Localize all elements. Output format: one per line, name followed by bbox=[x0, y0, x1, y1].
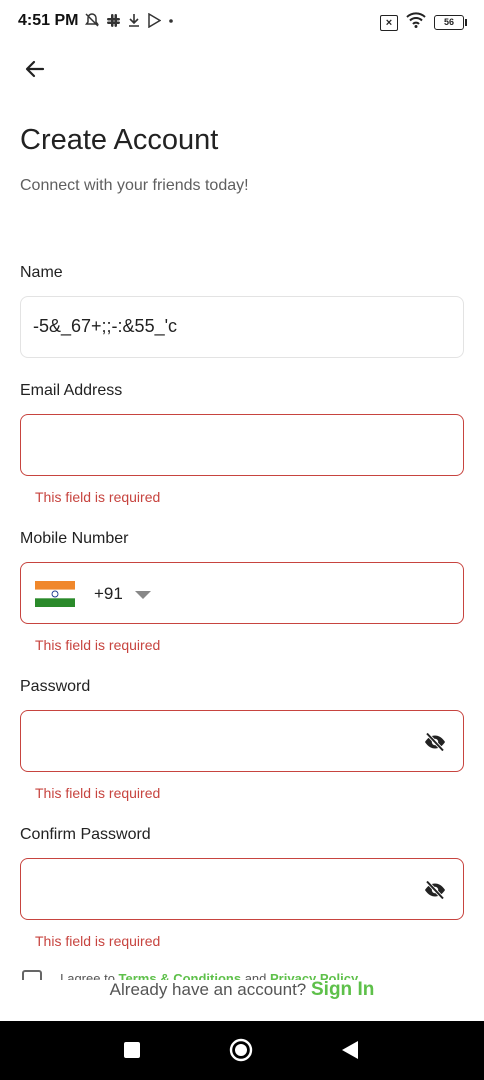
eye-off-icon[interactable] bbox=[423, 730, 447, 754]
do-not-disturb-icon bbox=[84, 12, 100, 33]
back-triangle-icon[interactable] bbox=[341, 1040, 359, 1060]
mobile-label: Mobile Number bbox=[20, 530, 129, 547]
email-field[interactable] bbox=[20, 414, 464, 476]
email-label: Email Address bbox=[20, 382, 123, 399]
x-box-icon: × bbox=[380, 14, 398, 31]
mobile-field[interactable]: +91 bbox=[20, 562, 464, 624]
password-label: Password bbox=[20, 678, 91, 695]
password-field[interactable] bbox=[20, 710, 464, 772]
download-icon bbox=[127, 13, 141, 33]
signin-row: Already have an account? Sign In bbox=[0, 979, 484, 1001]
slack-icon bbox=[106, 13, 121, 33]
status-time: 4:51 PM bbox=[18, 12, 79, 29]
signin-prompt: Already have an account? bbox=[109, 980, 307, 999]
country-code[interactable]: +91 bbox=[94, 584, 123, 604]
confirm-password-error: This field is required bbox=[35, 933, 161, 949]
status-left-icons bbox=[84, 12, 175, 33]
email-error: This field is required bbox=[35, 489, 161, 505]
home-button[interactable] bbox=[229, 1038, 253, 1062]
name-field[interactable]: -5&_67+;;-:&55_'c bbox=[20, 296, 464, 358]
wifi-icon bbox=[406, 12, 426, 33]
name-value: -5&_67+;;-:&55_'c bbox=[33, 316, 178, 336]
dot-icon bbox=[167, 13, 175, 33]
india-flag-icon[interactable] bbox=[35, 581, 75, 607]
page-subtitle: Connect with your friends today! bbox=[20, 177, 249, 194]
recents-button[interactable] bbox=[124, 1042, 140, 1058]
status-right-icons: × 56 bbox=[380, 12, 467, 33]
signin-link[interactable]: Sign In bbox=[311, 979, 374, 1000]
status-bar: 4:51 PM × 56 bbox=[0, 0, 484, 44]
eye-off-icon[interactable] bbox=[423, 878, 447, 902]
back-button[interactable] bbox=[20, 54, 50, 84]
password-error: This field is required bbox=[35, 785, 161, 801]
confirm-password-label: Confirm Password bbox=[20, 826, 151, 843]
play-store-icon bbox=[147, 12, 162, 33]
system-nav-bar bbox=[0, 1021, 484, 1080]
confirm-password-field[interactable] bbox=[20, 858, 464, 920]
mobile-error: This field is required bbox=[35, 637, 161, 653]
page-title: Create Account bbox=[20, 124, 219, 156]
arrow-left-icon bbox=[25, 60, 45, 78]
chevron-down-icon[interactable] bbox=[135, 591, 151, 599]
battery-icon: 56 bbox=[434, 15, 467, 30]
name-label: Name bbox=[20, 264, 63, 281]
